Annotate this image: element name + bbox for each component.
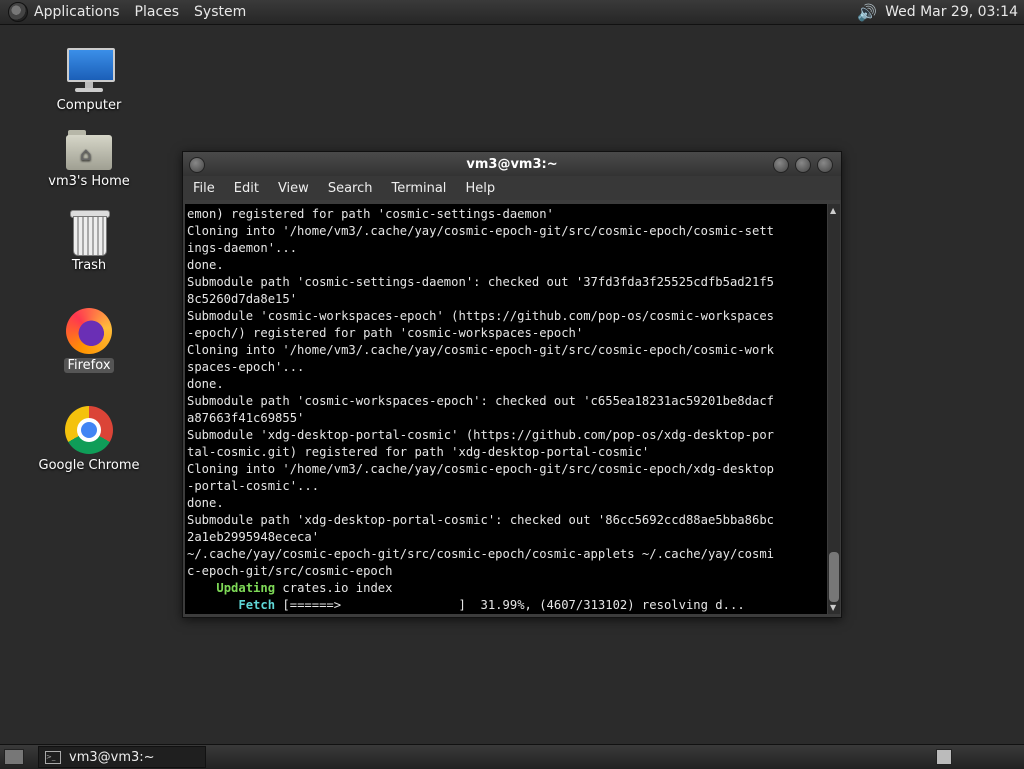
- terminal-line: a87663f41c69855': [187, 411, 305, 425]
- terminal-output[interactable]: emon) registered for path 'cosmic-settin…: [185, 204, 827, 614]
- menu-system[interactable]: System: [194, 4, 246, 20]
- terminal-line: Fetch [======> ] 31.99%, (4607/313102) r…: [238, 598, 745, 612]
- desktop-icon-home[interactable]: ⌂ vm3's Home: [34, 130, 144, 189]
- desktop-icon-firefox[interactable]: Firefox: [34, 308, 144, 373]
- desktop-icon-label: vm3's Home: [48, 174, 130, 189]
- desktop-icon-trash[interactable]: Trash: [34, 210, 144, 273]
- window-title: vm3@vm3:~: [466, 156, 558, 172]
- terminal-line: 2a1eb2995948ececa': [187, 530, 320, 544]
- desktop-icon-label: Firefox: [64, 358, 114, 373]
- terminal-line: c-epoch-git/src/cosmic-epoch: [187, 564, 393, 578]
- terminal-line: Submodule path 'xdg-desktop-portal-cosmi…: [187, 513, 774, 527]
- volume-icon[interactable]: 🔊: [857, 3, 877, 22]
- terminal-line: Cloning into '/home/vm3/.cache/yay/cosmi…: [187, 343, 774, 357]
- home-folder-icon: ⌂: [66, 130, 112, 170]
- scroll-up-arrow-icon[interactable]: ▲: [830, 206, 836, 215]
- clock[interactable]: Wed Mar 29, 03:14: [885, 4, 1018, 20]
- terminal-line: Submodule 'xdg-desktop-portal-cosmic' (h…: [187, 428, 774, 442]
- chrome-icon: [65, 406, 113, 454]
- menu-applications[interactable]: Applications: [34, 4, 120, 20]
- menu-terminal[interactable]: Terminal: [391, 181, 446, 196]
- minimize-button[interactable]: [773, 157, 789, 173]
- menu-search[interactable]: Search: [328, 181, 373, 196]
- terminal-line: 8c5260d7da8e15': [187, 292, 298, 306]
- menu-help[interactable]: Help: [465, 181, 495, 196]
- terminal-line: Cloning into '/home/vm3/.cache/yay/cosmi…: [187, 462, 774, 476]
- terminal-line: Submodule path 'cosmic-settings-daemon':…: [187, 275, 774, 289]
- workspace-switcher[interactable]: [936, 749, 952, 765]
- desktop-icon-label: Google Chrome: [38, 458, 140, 473]
- desktop-icon-label: Trash: [71, 258, 107, 273]
- distro-logo-icon[interactable]: [8, 2, 28, 22]
- terminal-scrollbar[interactable]: ▲ ▼: [828, 204, 840, 614]
- terminal-line: ings-daemon'...: [187, 241, 298, 255]
- maximize-button[interactable]: [795, 157, 811, 173]
- terminal-line: Submodule 'cosmic-workspaces-epoch' (htt…: [187, 309, 774, 323]
- desktop-icon-label: Computer: [56, 98, 122, 113]
- top-panel: Applications Places System 🔊 Wed Mar 29,…: [0, 0, 1024, 25]
- scrollbar-thumb[interactable]: [829, 552, 839, 602]
- close-button[interactable]: [817, 157, 833, 173]
- terminal-icon: >_: [45, 750, 61, 764]
- trash-icon: [70, 210, 110, 256]
- terminal-window: vm3@vm3:~ File Edit View Search Terminal…: [182, 151, 842, 618]
- firefox-icon: [66, 308, 112, 354]
- terminal-line: -portal-cosmic'...: [187, 479, 320, 493]
- terminal-line: emon) registered for path 'cosmic-settin…: [187, 207, 554, 221]
- menu-places[interactable]: Places: [135, 4, 180, 20]
- taskbar-label: vm3@vm3:~: [69, 749, 155, 765]
- updating-label: Updating: [216, 581, 276, 595]
- scroll-down-arrow-icon[interactable]: ▼: [830, 603, 836, 612]
- terminal-line: spaces-epoch'...: [187, 360, 305, 374]
- computer-icon: [65, 46, 115, 94]
- terminal-line: done.: [187, 377, 224, 391]
- desktop-icon-chrome[interactable]: Google Chrome: [34, 406, 144, 473]
- desktop-icon-computer[interactable]: Computer: [34, 46, 144, 113]
- terminal-line: ~/.cache/yay/cosmic-epoch-git/src/cosmic…: [187, 547, 774, 561]
- menu-edit[interactable]: Edit: [234, 181, 259, 196]
- terminal-line: -epoch/) registered for path 'cosmic-wor…: [187, 326, 584, 340]
- terminal-line: tal-cosmic.git) registered for path 'xdg…: [187, 445, 650, 459]
- terminal-text: emon) registered for path 'cosmic-settin…: [185, 204, 827, 614]
- menu-view[interactable]: View: [278, 181, 309, 196]
- bottom-panel: >_ vm3@vm3:~: [0, 744, 1024, 769]
- terminal-line: Updating crates.io index: [216, 581, 393, 595]
- show-desktop-icon[interactable]: [4, 749, 24, 765]
- terminal-menubar: File Edit View Search Terminal Help: [183, 176, 841, 200]
- terminal-line: Submodule path 'cosmic-workspaces-epoch'…: [187, 394, 774, 408]
- window-menu-button[interactable]: [189, 157, 205, 173]
- window-titlebar[interactable]: vm3@vm3:~: [183, 152, 841, 176]
- fetch-label: Fetch: [238, 598, 276, 612]
- terminal-line: done.: [187, 496, 224, 510]
- menu-file[interactable]: File: [193, 181, 215, 196]
- terminal-line: done.: [187, 258, 224, 272]
- taskbar-terminal-button[interactable]: >_ vm3@vm3:~: [38, 746, 206, 768]
- terminal-line: Cloning into '/home/vm3/.cache/yay/cosmi…: [187, 224, 774, 238]
